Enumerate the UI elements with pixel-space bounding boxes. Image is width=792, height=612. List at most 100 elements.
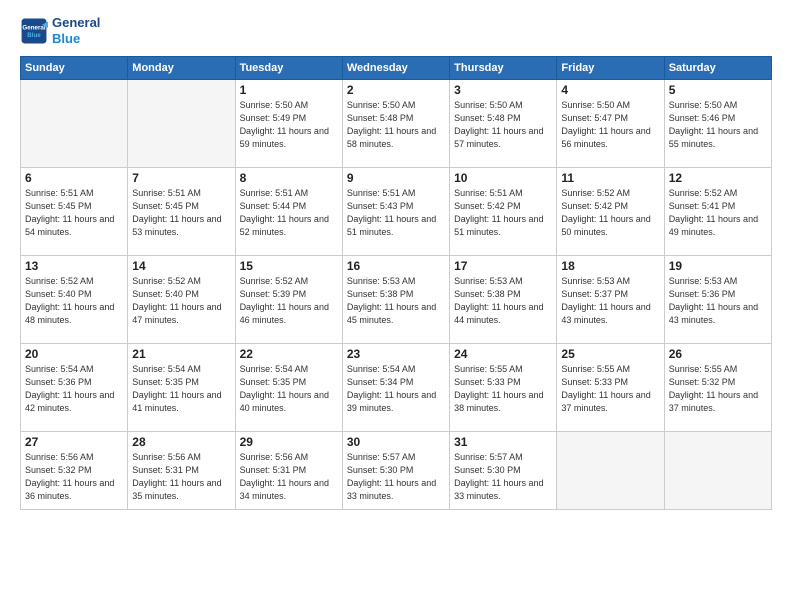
- col-wednesday: Wednesday: [342, 57, 449, 80]
- day-info: Sunrise: 5:56 AM Sunset: 5:32 PM Dayligh…: [25, 451, 123, 503]
- calendar-table: Sunday Monday Tuesday Wednesday Thursday…: [20, 56, 772, 510]
- calendar-cell: 13 Sunrise: 5:52 AM Sunset: 5:40 PM Dayli…: [21, 256, 128, 344]
- calendar-cell: 22 Sunrise: 5:54 AM Sunset: 5:35 PM Dayli…: [235, 344, 342, 432]
- day-number: 11: [561, 171, 659, 185]
- calendar-cell: 20Sunrise: 5:54 AM Sunset: 5:36 PM Dayli…: [21, 344, 128, 432]
- calendar-cell: 5Sunrise: 5:50 AM Sunset: 5:46 PM Daylig…: [664, 80, 771, 168]
- calendar-cell: 2 Sunrise: 5:50 AM Sunset: 5:48 PM Daylig…: [342, 80, 449, 168]
- day-info: Sunrise: 5:55 AM Sunset: 5:32 PM Dayligh…: [669, 363, 767, 415]
- calendar-cell: [21, 80, 128, 168]
- calendar-cell: 9Sunrise: 5:51 AM Sunset: 5:43 PM Daylig…: [342, 168, 449, 256]
- day-info: Sunrise: 5:52 AM Sunset: 5:40 PM Dayligh…: [25, 275, 123, 327]
- header: General Blue General Blue: [20, 15, 772, 46]
- calendar-cell: 8 Sunrise: 5:51 AM Sunset: 5:44 PM Daylig…: [235, 168, 342, 256]
- day-number: 28: [132, 435, 230, 449]
- day-info: Sunrise: 5:50 AM Sunset: 5:49 PM Dayligh…: [240, 99, 338, 151]
- calendar-cell: 16Sunrise: 5:53 AM Sunset: 5:38 PM Dayli…: [342, 256, 449, 344]
- calendar-cell: 21Sunrise: 5:54 AM Sunset: 5:35 PM Dayli…: [128, 344, 235, 432]
- day-info: Sunrise: 5:53 AM Sunset: 5:37 PM Dayligh…: [561, 275, 659, 327]
- day-info: Sunrise: 5:50 AM Sunset: 5:47 PM Dayligh…: [561, 99, 659, 151]
- calendar-cell: 6 Sunrise: 5:51 AM Sunset: 5:45 PM Daylig…: [21, 168, 128, 256]
- day-number: 8: [240, 171, 338, 185]
- col-sunday: Sunday: [21, 57, 128, 80]
- calendar-cell: 3Sunrise: 5:50 AM Sunset: 5:48 PM Daylig…: [450, 80, 557, 168]
- day-number: 13: [25, 259, 123, 273]
- calendar-cell: 15 Sunrise: 5:52 AM Sunset: 5:39 PM Dayli…: [235, 256, 342, 344]
- day-info: Sunrise: 5:51 AM Sunset: 5:45 PM Dayligh…: [25, 187, 123, 239]
- calendar-cell: 7 Sunrise: 5:51 AM Sunset: 5:45 PM Daylig…: [128, 168, 235, 256]
- day-info: Sunrise: 5:55 AM Sunset: 5:33 PM Dayligh…: [561, 363, 659, 415]
- day-number: 3: [454, 83, 552, 97]
- day-info: Sunrise: 5:57 AM Sunset: 5:30 PM Dayligh…: [347, 451, 445, 503]
- calendar-cell: 25 Sunrise: 5:55 AM Sunset: 5:33 PM Dayli…: [557, 344, 664, 432]
- header-row: Sunday Monday Tuesday Wednesday Thursday…: [21, 57, 772, 80]
- calendar-cell: 14Sunrise: 5:52 AM Sunset: 5:40 PM Dayli…: [128, 256, 235, 344]
- day-info: Sunrise: 5:51 AM Sunset: 5:44 PM Dayligh…: [240, 187, 338, 239]
- day-number: 31: [454, 435, 552, 449]
- day-info: Sunrise: 5:51 AM Sunset: 5:42 PM Dayligh…: [454, 187, 552, 239]
- day-number: 12: [669, 171, 767, 185]
- calendar-cell: 12Sunrise: 5:52 AM Sunset: 5:41 PM Dayli…: [664, 168, 771, 256]
- calendar-cell: 1Sunrise: 5:50 AM Sunset: 5:49 PM Daylig…: [235, 80, 342, 168]
- calendar-cell: 24 Sunrise: 5:55 AM Sunset: 5:33 PM Dayli…: [450, 344, 557, 432]
- week-row-2: 6 Sunrise: 5:51 AM Sunset: 5:45 PM Daylig…: [21, 168, 772, 256]
- calendar-cell: 11 Sunrise: 5:52 AM Sunset: 5:42 PM Dayli…: [557, 168, 664, 256]
- day-info: Sunrise: 5:51 AM Sunset: 5:45 PM Dayligh…: [132, 187, 230, 239]
- day-info: Sunrise: 5:56 AM Sunset: 5:31 PM Dayligh…: [132, 451, 230, 503]
- day-number: 25: [561, 347, 659, 361]
- calendar-cell: 28 Sunrise: 5:56 AM Sunset: 5:31 PM Dayli…: [128, 432, 235, 510]
- day-number: 21: [132, 347, 230, 361]
- calendar-cell: 10 Sunrise: 5:51 AM Sunset: 5:42 PM Dayli…: [450, 168, 557, 256]
- day-number: 17: [454, 259, 552, 273]
- col-monday: Monday: [128, 57, 235, 80]
- day-number: 15: [240, 259, 338, 273]
- col-thursday: Thursday: [450, 57, 557, 80]
- week-row-1: 1Sunrise: 5:50 AM Sunset: 5:49 PM Daylig…: [21, 80, 772, 168]
- day-info: Sunrise: 5:52 AM Sunset: 5:42 PM Dayligh…: [561, 187, 659, 239]
- calendar-cell: 23 Sunrise: 5:54 AM Sunset: 5:34 PM Dayli…: [342, 344, 449, 432]
- calendar-cell: 29Sunrise: 5:56 AM Sunset: 5:31 PM Dayli…: [235, 432, 342, 510]
- day-number: 18: [561, 259, 659, 273]
- calendar-cell: 4 Sunrise: 5:50 AM Sunset: 5:47 PM Daylig…: [557, 80, 664, 168]
- calendar-cell: 26 Sunrise: 5:55 AM Sunset: 5:32 PM Dayli…: [664, 344, 771, 432]
- week-row-4: 20Sunrise: 5:54 AM Sunset: 5:36 PM Dayli…: [21, 344, 772, 432]
- logo-icon: General Blue: [20, 17, 48, 45]
- calendar-cell: 18 Sunrise: 5:53 AM Sunset: 5:37 PM Dayli…: [557, 256, 664, 344]
- calendar-cell: 31 Sunrise: 5:57 AM Sunset: 5:30 PM Dayli…: [450, 432, 557, 510]
- day-info: Sunrise: 5:52 AM Sunset: 5:39 PM Dayligh…: [240, 275, 338, 327]
- day-info: Sunrise: 5:54 AM Sunset: 5:34 PM Dayligh…: [347, 363, 445, 415]
- week-row-5: 27Sunrise: 5:56 AM Sunset: 5:32 PM Dayli…: [21, 432, 772, 510]
- logo: General Blue General Blue: [20, 15, 100, 46]
- day-info: Sunrise: 5:52 AM Sunset: 5:40 PM Dayligh…: [132, 275, 230, 327]
- page: General Blue General Blue Sunday Monday …: [0, 0, 792, 612]
- day-number: 10: [454, 171, 552, 185]
- day-number: 26: [669, 347, 767, 361]
- calendar-cell: [128, 80, 235, 168]
- day-info: Sunrise: 5:51 AM Sunset: 5:43 PM Dayligh…: [347, 187, 445, 239]
- calendar-cell: [557, 432, 664, 510]
- col-tuesday: Tuesday: [235, 57, 342, 80]
- day-info: Sunrise: 5:55 AM Sunset: 5:33 PM Dayligh…: [454, 363, 552, 415]
- day-info: Sunrise: 5:57 AM Sunset: 5:30 PM Dayligh…: [454, 451, 552, 503]
- day-info: Sunrise: 5:50 AM Sunset: 5:48 PM Dayligh…: [347, 99, 445, 151]
- calendar-cell: 19Sunrise: 5:53 AM Sunset: 5:36 PM Dayli…: [664, 256, 771, 344]
- day-number: 6: [25, 171, 123, 185]
- calendar-cell: 17 Sunrise: 5:53 AM Sunset: 5:38 PM Dayli…: [450, 256, 557, 344]
- day-info: Sunrise: 5:54 AM Sunset: 5:35 PM Dayligh…: [240, 363, 338, 415]
- day-number: 7: [132, 171, 230, 185]
- day-info: Sunrise: 5:53 AM Sunset: 5:38 PM Dayligh…: [454, 275, 552, 327]
- calendar-cell: 27Sunrise: 5:56 AM Sunset: 5:32 PM Dayli…: [21, 432, 128, 510]
- day-number: 4: [561, 83, 659, 97]
- col-saturday: Saturday: [664, 57, 771, 80]
- day-info: Sunrise: 5:54 AM Sunset: 5:36 PM Dayligh…: [25, 363, 123, 415]
- day-number: 22: [240, 347, 338, 361]
- day-number: 5: [669, 83, 767, 97]
- svg-text:Blue: Blue: [27, 32, 41, 39]
- calendar-cell: [664, 432, 771, 510]
- day-number: 2: [347, 83, 445, 97]
- day-number: 24: [454, 347, 552, 361]
- svg-text:General: General: [22, 24, 45, 31]
- day-number: 23: [347, 347, 445, 361]
- day-number: 30: [347, 435, 445, 449]
- day-number: 19: [669, 259, 767, 273]
